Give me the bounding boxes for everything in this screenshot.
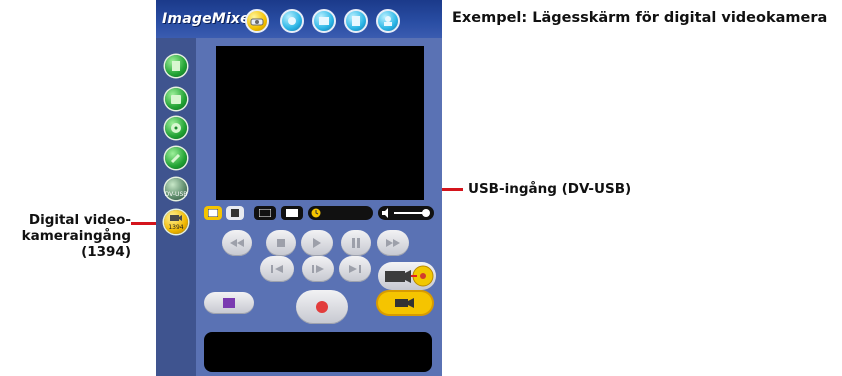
rewind-icon (230, 239, 244, 247)
mode-tab-album[interactable] (312, 9, 336, 33)
frame-forward-button[interactable] (339, 256, 371, 282)
mode-tab-output[interactable] (376, 9, 400, 33)
top-bar: ImageMixer (156, 0, 442, 38)
album-mode-icon (319, 17, 329, 25)
mode-tab-edit[interactable] (344, 9, 368, 33)
slow-play-button[interactable] (302, 256, 334, 282)
caption: Exempel: Lägesskärm för digital videokam… (452, 10, 828, 26)
document-icon (172, 61, 180, 71)
play-icon (313, 238, 321, 248)
play-button[interactable] (301, 230, 333, 256)
ieee1394-input-button[interactable]: 1394 (164, 210, 188, 234)
frame-back-button[interactable] (260, 256, 294, 282)
output-mode-icon (384, 16, 392, 26)
photo-icon (223, 298, 235, 308)
status-display (204, 332, 432, 372)
ieee1394-label: 1394 (168, 224, 184, 231)
slow-play-icon (312, 265, 324, 273)
square-icon (231, 209, 239, 217)
mode-tab-capture[interactable] (280, 9, 304, 33)
imagemixer-window: ImageMixer DV-USB 1394 (156, 0, 442, 376)
sidebar: DV-USB 1394 (156, 38, 196, 376)
ieee1394-callout-line1: Digital video- (28, 212, 131, 228)
display-toggle-button[interactable] (281, 206, 303, 220)
timecode-display (308, 206, 373, 220)
sidebar-button-4[interactable] (165, 147, 187, 169)
app-logo: ImageMixer (162, 11, 257, 27)
edit-mode-icon (352, 16, 360, 26)
camcorder-disc-icon (385, 265, 434, 287)
caption-icon (259, 209, 271, 217)
clock-icon (311, 208, 321, 218)
speaker-icon (382, 208, 388, 218)
volume-slider[interactable] (378, 206, 434, 220)
record-button[interactable] (296, 290, 348, 324)
camera-mode-icon (250, 18, 264, 26)
frame-icon (208, 209, 218, 217)
stop-icon (277, 239, 285, 247)
rewind-button[interactable] (222, 230, 252, 256)
still-capture-button[interactable] (204, 292, 254, 314)
sidebar-button-2[interactable] (165, 88, 187, 110)
fast-forward-icon (386, 239, 400, 247)
disc-icon (171, 123, 181, 133)
caption-toggle-button[interactable] (254, 206, 276, 220)
camcorder-icon-small (395, 298, 414, 308)
display-icon (286, 209, 298, 217)
usb-callout-label: USB-ingång (DV-USB) (468, 181, 632, 197)
frame-forward-icon (349, 265, 361, 273)
capture-mode-icon (288, 17, 296, 25)
stop-button[interactable] (266, 230, 296, 256)
mode-tab-camera[interactable] (245, 9, 269, 33)
camcorder-mode-button[interactable] (378, 292, 432, 314)
volume-knob[interactable] (422, 209, 430, 217)
ieee1394-callout-line2: kameraingång (21, 228, 131, 244)
camcorder-icon (170, 215, 182, 221)
sidebar-button-3[interactable] (165, 117, 187, 139)
stop-capture-button[interactable] (226, 206, 244, 220)
tool-icon (170, 153, 181, 164)
snapshot-button[interactable] (204, 206, 222, 220)
ieee1394-callout-label: Digital video- kameraingång (1394) (0, 212, 131, 260)
pause-icon (352, 238, 360, 248)
fast-forward-button[interactable] (377, 230, 409, 256)
record-icon (316, 301, 328, 313)
video-preview (216, 46, 424, 200)
ieee1394-callout-line3: (1394) (81, 244, 131, 260)
folder-icon (171, 95, 181, 104)
dv-to-disc-button[interactable] (378, 262, 436, 290)
sidebar-button-1[interactable] (165, 55, 187, 77)
dv-usb-label: DV-USB (164, 191, 188, 198)
frame-back-icon (271, 265, 283, 273)
pause-button[interactable] (341, 230, 371, 256)
dv-usb-input-button[interactable]: DV-USB (165, 178, 187, 200)
